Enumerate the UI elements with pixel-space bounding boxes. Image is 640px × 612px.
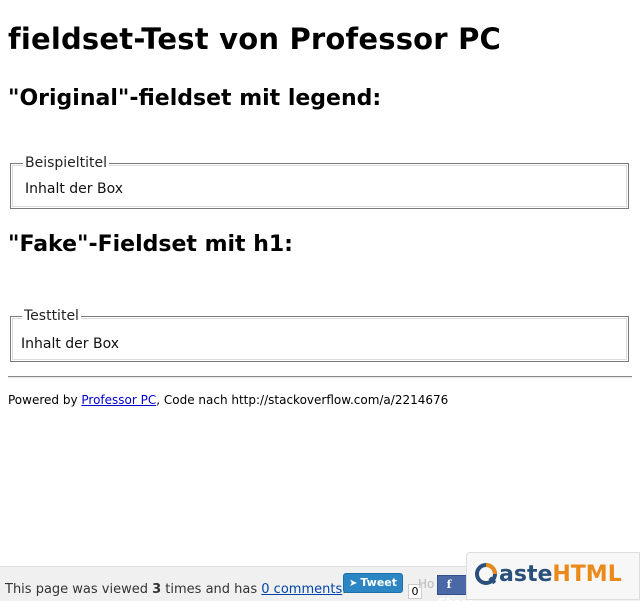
divider <box>8 376 632 378</box>
facebook-icon: f <box>446 578 452 591</box>
footer-suffix: , Code nach http://stackoverflow.com/a/2… <box>156 393 449 407</box>
pastehtml-logo-link[interactable]: asteHTML <box>466 552 640 600</box>
fieldset-fake: Testtitel Inhalt der Box <box>10 308 629 362</box>
fieldset-legend: Beispieltitel <box>23 155 110 171</box>
footer-credit: Powered by Professor PC, Code nach http:… <box>8 393 448 407</box>
section-heading-fake: "Fake"-Fieldset mit h1: <box>8 232 293 257</box>
view-stats: This page was viewed 3 times and has 0 c… <box>5 582 346 597</box>
twitter-bird-icon: ➤ <box>348 578 358 589</box>
fieldset-original: Beispieltitel Inhalt der Box <box>10 155 629 209</box>
view-count: 3 <box>152 582 162 597</box>
ho-fragment: Ho <box>418 577 435 591</box>
fake-fieldset-content: Inhalt der Box <box>21 336 120 352</box>
fieldset-content: Inhalt der Box <box>25 181 124 197</box>
professor-pc-link[interactable]: Professor PC <box>81 393 156 407</box>
page-title: fieldset-Test von Professor PC <box>8 22 502 56</box>
tweet-button[interactable]: ➤ Tweet <box>343 573 403 593</box>
footer-prefix: Powered by <box>8 393 82 407</box>
pastehtml-logo-text: asteHTML <box>499 562 622 587</box>
fake-legend-h1: Testtitel <box>22 308 81 324</box>
comments-link[interactable]: 0 comments <box>261 582 342 597</box>
section-heading-original: "Original"-fieldset mit legend: <box>8 86 382 111</box>
tweet-label: Tweet <box>360 576 398 589</box>
pastehtml-logo-icon <box>475 563 497 585</box>
